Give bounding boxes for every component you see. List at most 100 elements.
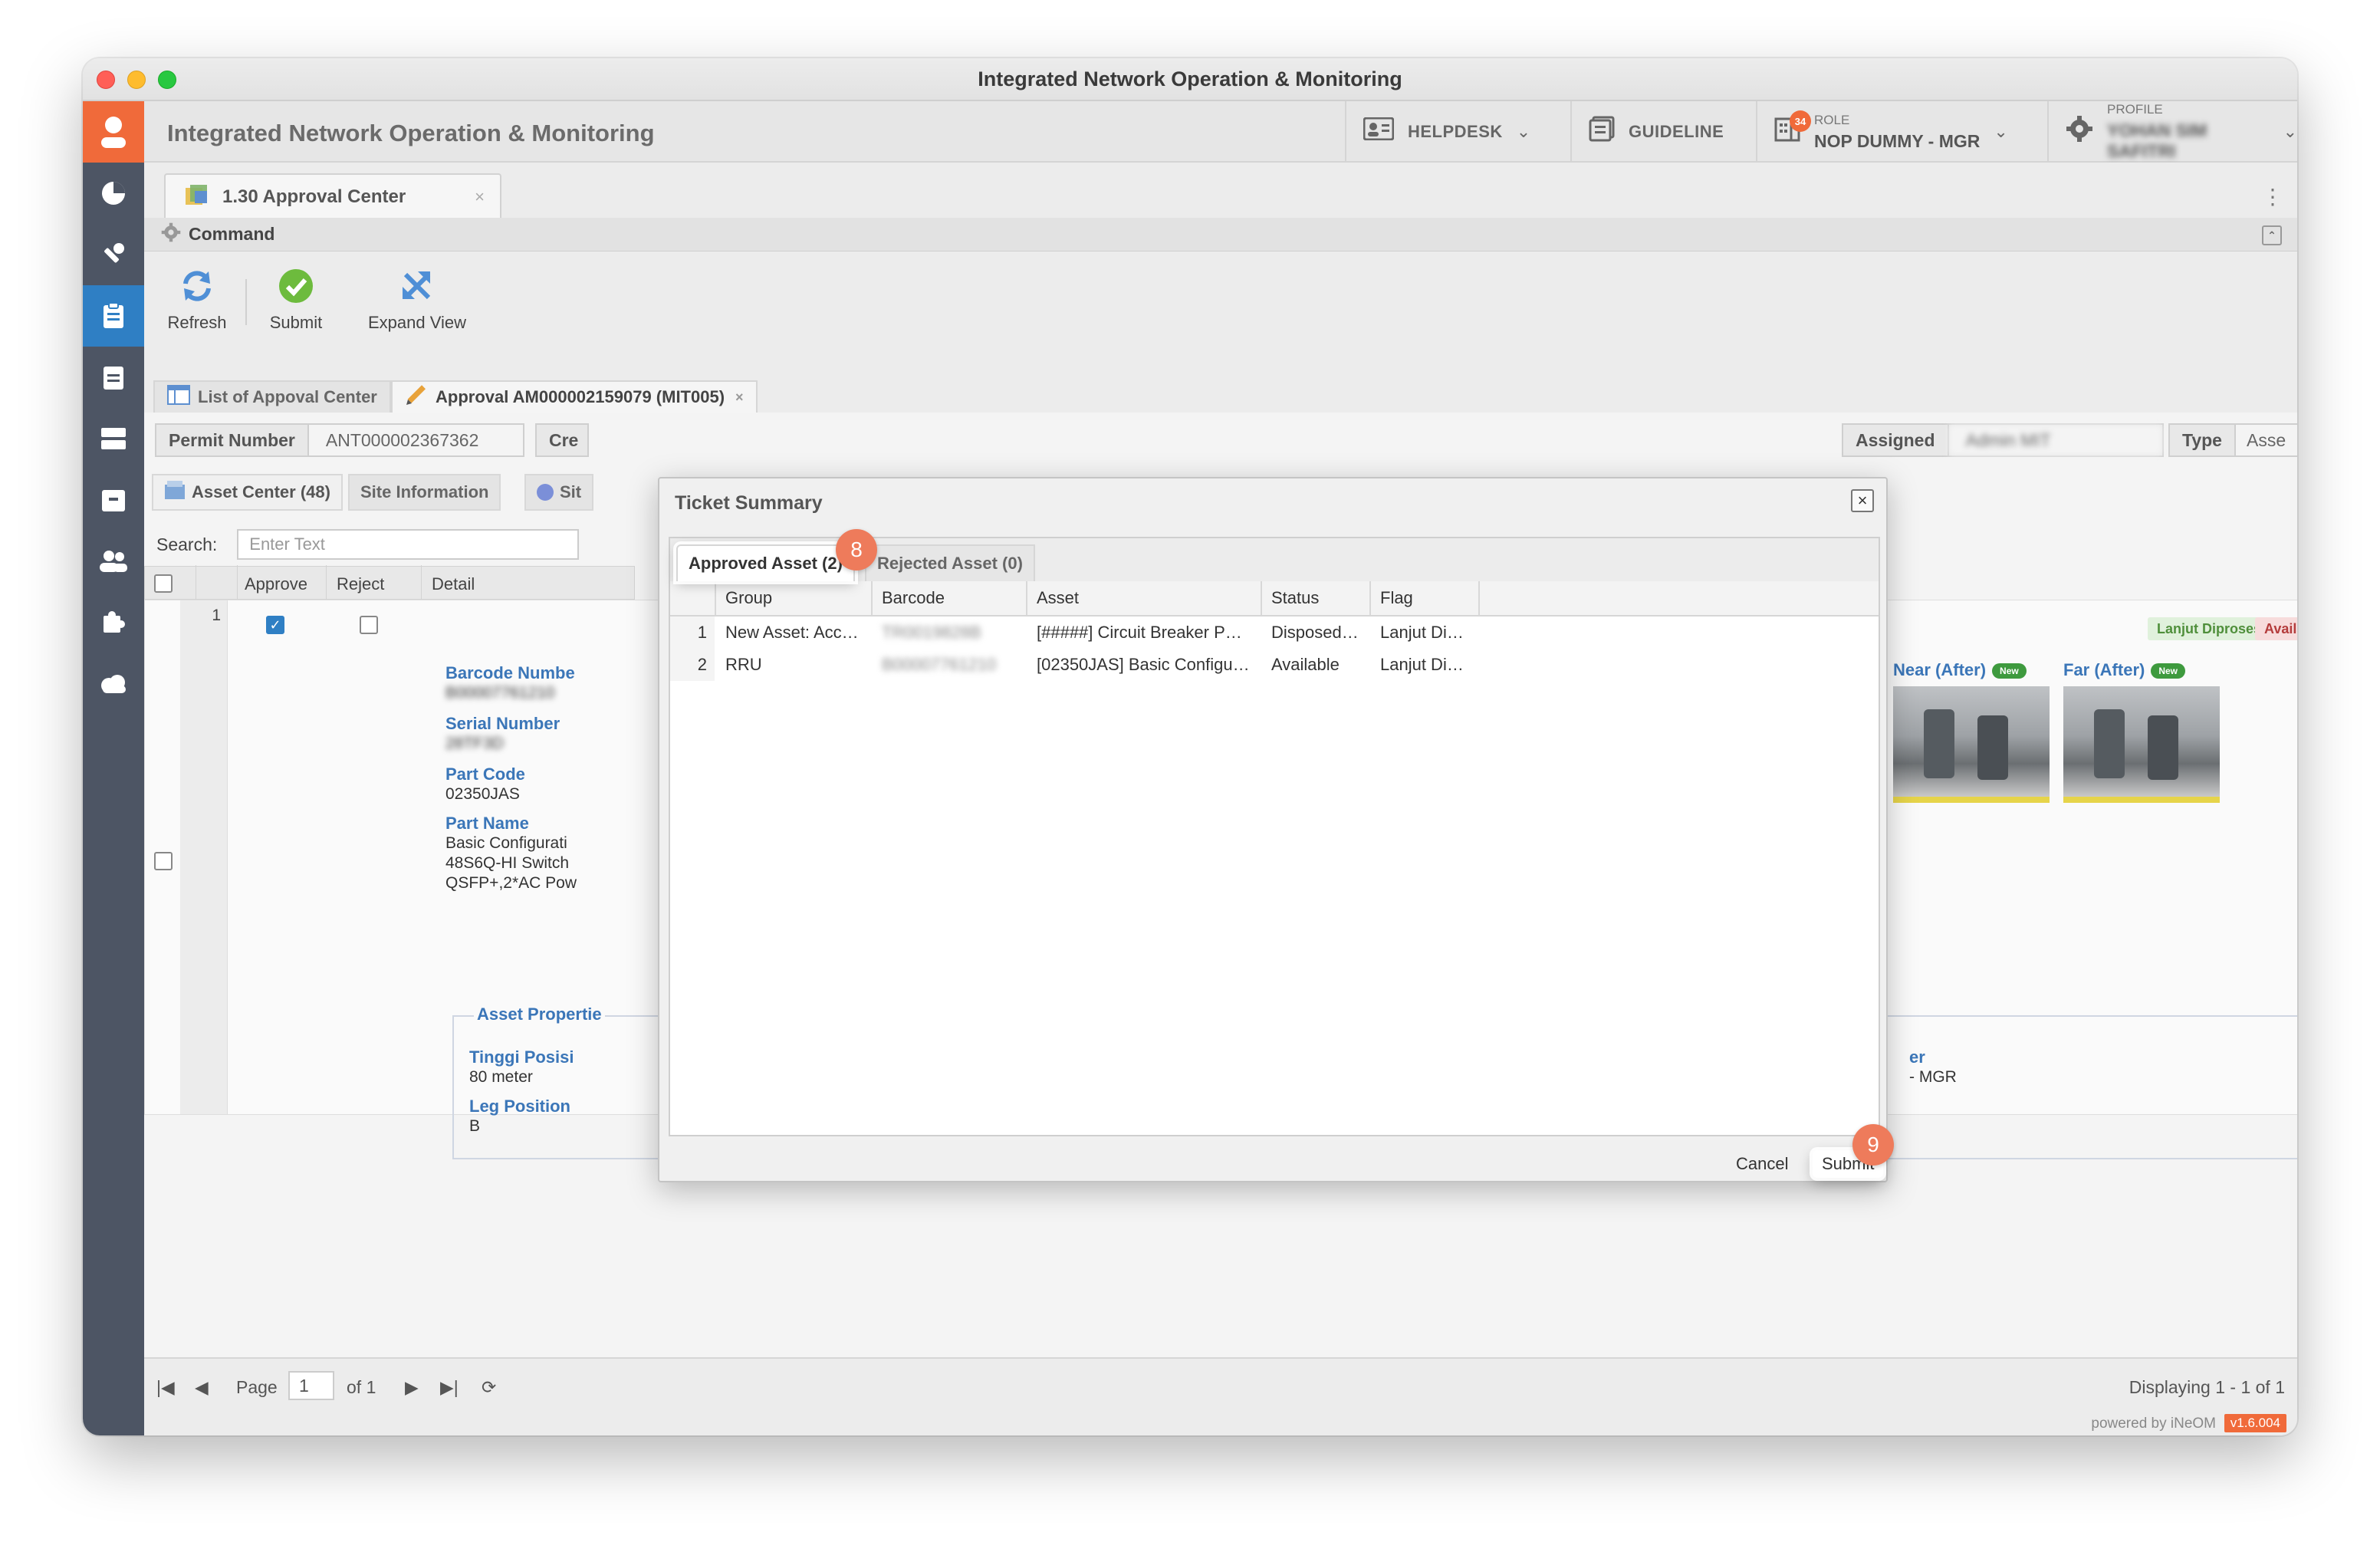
zoom-window-button[interactable] [158,71,176,89]
expand-view-label: Expand View [367,313,466,332]
profile-value: YOHAN SIM SAFITRI [2107,120,2207,161]
leg-position-label: Leg Position [469,1097,570,1116]
far-after-photo[interactable] [2063,686,2220,803]
server-icon[interactable] [83,408,144,469]
tab-approved-asset[interactable]: Approved Asset (2) [676,544,855,581]
puzzle-icon[interactable] [83,592,144,653]
assigned-field: Assigned Admin MIT [1842,423,2164,457]
guideline-label: GUIDELINE [1629,122,1724,141]
collapse-chevron-icon[interactable]: ⌃ [2262,225,2282,245]
approve-checkbox[interactable]: ✓ [266,616,284,634]
refresh-label: Refresh [167,313,227,332]
cancel-button[interactable]: Cancel [1727,1150,1797,1178]
displaying-count: Displaying 1 - 1 of 1 [2129,1377,2285,1397]
flag-cell: Lanjut Di… [1380,623,1464,642]
close-dialog-button[interactable]: × [1851,489,1874,512]
status-column-header[interactable]: Status [1262,581,1371,615]
group-column-header[interactable]: Group [716,581,873,615]
last-page-icon[interactable]: ▶| [440,1377,459,1398]
row-select-checkbox[interactable] [154,852,173,870]
minimize-window-button[interactable] [127,71,146,89]
helpdesk-label: HELPDESK [1408,122,1503,141]
clipboard-icon[interactable] [83,347,144,408]
asset-grid-header: Approve Reject Detail [144,565,635,600]
part-name-label: Part Name [445,814,529,833]
near-after-label: Near (After) New [1893,660,2027,680]
first-page-icon[interactable]: |◀ [156,1377,175,1398]
tab-rejected-asset[interactable]: Rejected Asset (0) [865,544,1035,581]
chevron-down-icon: ⌄ [1994,122,2008,141]
page-number-input[interactable]: 1 [288,1371,334,1400]
status-cell: Disposed… [1271,623,1359,642]
submit-button[interactable]: Submit [265,267,327,333]
profile-caption: PROFILE [2107,102,2163,117]
type-value: Asse [2235,425,2297,455]
check-circle-icon [265,267,327,313]
serial-number-label: Serial Number [445,714,560,733]
row-number-header [670,581,716,615]
row-number: 1 [670,617,715,649]
guideline-menu[interactable]: GUIDELINE [1570,101,1756,163]
dashboard-icon[interactable] [83,163,144,224]
dialog-panel: Approved Asset (2) Rejected Asset (0) 8 … [669,529,1880,1136]
role-menu[interactable]: 34 ROLE NOP DUMMY - MGR ⌄ [1756,101,2047,163]
tab-approval-center[interactable]: 1.30 Approval Center × [164,173,501,219]
command-toolbar: Refresh Submit Expand View [144,252,2297,367]
next-page-icon[interactable]: ▶ [405,1377,419,1398]
refresh-button[interactable]: Refresh [164,267,230,333]
tab-approval-detail[interactable]: Approval AM000002159079 (MIT005) × [391,380,758,413]
far-after-text: Far (After) [2063,660,2145,679]
barcode-cell: B00007761210 [882,655,997,674]
tab-asset-center[interactable]: Asset Center (48) [152,474,343,511]
approve-column-header[interactable]: Approve [245,574,307,594]
approval-clipboard-icon[interactable] [83,285,144,347]
expand-arrows-icon [367,267,468,313]
more-options-icon[interactable]: ⋮ [2262,184,2283,209]
reject-column-header[interactable]: Reject [337,574,384,594]
user-avatar-icon[interactable] [83,101,144,163]
tab-site-other[interactable]: Sit [524,474,594,511]
reject-checkbox[interactable] [360,616,378,634]
close-tab-icon[interactable]: × [475,187,485,207]
part-name-line-3: QSFP+,2*AC Pow [445,874,577,892]
reload-icon[interactable]: ⟳ [482,1377,496,1398]
asset-column-header[interactable]: Asset [1027,581,1262,615]
tab-site-information[interactable]: Site Information [348,474,501,511]
table-row[interactable]: 2 RRU B00007761210 [02350JAS] Basic Conf… [670,649,1475,681]
tab-list-approval-center[interactable]: List of Appoval Center [153,380,391,413]
close-window-button[interactable] [97,71,115,89]
contact-card-icon [1363,117,1395,147]
helpdesk-menu[interactable]: HELPDESK ⌄ [1345,101,1570,163]
role-caption: ROLE [1814,112,1850,127]
close-tab-icon[interactable]: × [735,390,744,406]
expand-view-button[interactable]: Expand View [367,267,468,333]
command-title: Command [189,224,275,244]
type-label: Type [2170,425,2236,455]
flag-column-header[interactable]: Flag [1371,581,1480,615]
archive-icon[interactable] [83,469,144,531]
detail-column-header[interactable]: Detail [432,574,475,594]
tab-label: Sit [560,482,582,501]
permit-number-field: Permit Number ANT000002367362 [155,423,524,457]
profile-menu[interactable]: PROFILE YOHAN SIM SAFITRI ⌄ [2047,101,2297,163]
select-all-checkbox[interactable] [154,574,173,593]
search-input[interactable]: Enter Text [237,529,580,560]
near-after-photo[interactable] [1893,686,2050,803]
type-field: Type Asse [2168,423,2297,457]
barcode-cell: TR0019828B [882,623,981,642]
step-marker-9: 9 [1852,1124,1894,1166]
leg-position-value: B [469,1117,481,1135]
barcode-column-header[interactable]: Barcode [873,581,1027,615]
far-after-label: Far (After) New [2063,660,2186,680]
toolbar-divider [245,279,247,325]
cloud-icon[interactable] [83,653,144,715]
users-icon[interactable] [83,531,144,592]
table-row[interactable]: 1 New Asset: Acc… TR0019828B [#####] Cir… [670,617,1475,649]
wrench-icon[interactable] [83,224,144,285]
pagination-bar: |◀ ◀ Page 1 of 1 ▶ ▶| ⟳ Displaying 1 - 1… [144,1357,2297,1412]
flag-badge: Lanjut Diproses [2148,617,2271,640]
role-value: NOP DUMMY - MGR [1814,130,1981,151]
prev-page-icon[interactable]: ◀ [195,1377,209,1398]
book-icon [1589,116,1615,149]
row-number-column: 1 [180,600,228,1114]
